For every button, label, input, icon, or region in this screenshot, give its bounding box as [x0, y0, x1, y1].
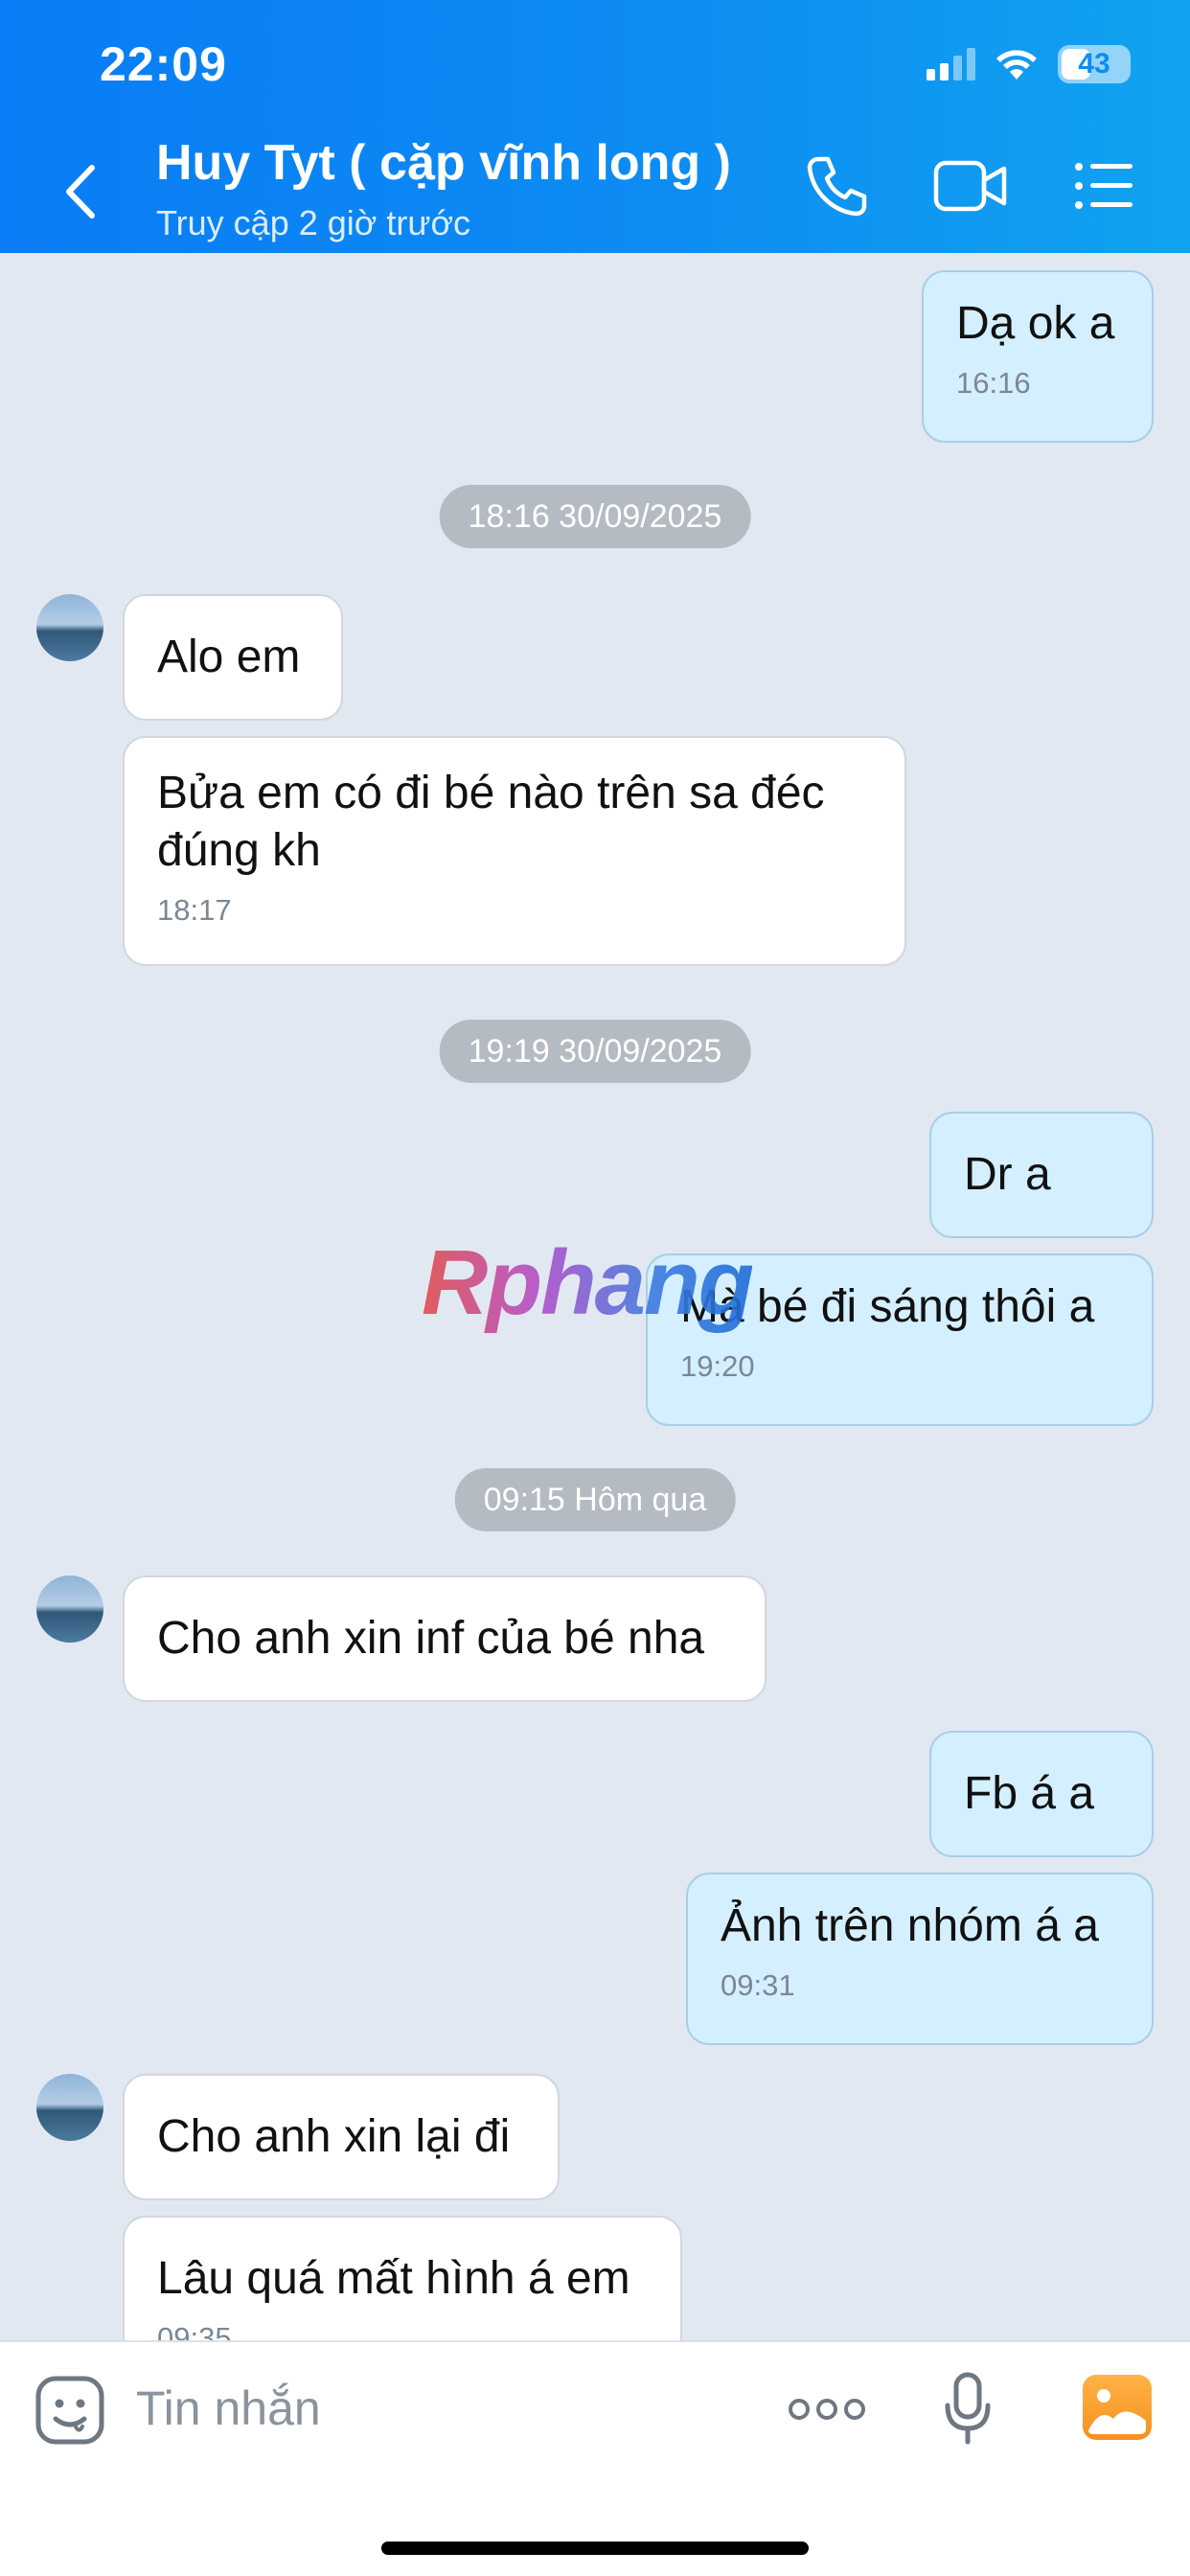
avatar[interactable]	[36, 594, 103, 661]
message-text: Lâu quá mất hình á em	[157, 2253, 630, 2304]
phone-icon[interactable]	[805, 153, 870, 218]
message-time: 18:17	[157, 893, 232, 927]
battery-icon: 43	[1058, 45, 1131, 83]
mic-icon[interactable]	[943, 2371, 993, 2446]
message-incoming[interactable]: Cho anh xin inf của bé nha	[123, 1576, 767, 1702]
message-time: 09:35	[157, 2321, 232, 2340]
video-icon[interactable]	[933, 153, 1008, 218]
date-separator: 18:16 30/09/2025	[439, 485, 751, 548]
message-list[interactable]: Dạ ok a 16:16 18:16 30/09/2025 Alo em Bử…	[0, 253, 1190, 2340]
message-text: Ảnh trên nhóm á a	[721, 1900, 1099, 1951]
message-text: Cho anh xin inf của bé nha	[157, 1613, 705, 1664]
wifi-icon	[996, 50, 1037, 80]
message-outgoing[interactable]: Fb á a	[929, 1731, 1154, 1857]
message-incoming[interactable]: Lâu quá mất hình á em 09:35	[123, 2216, 682, 2340]
back-icon[interactable]	[57, 158, 105, 225]
home-indicator[interactable]	[381, 2542, 809, 2555]
chat-header: 22:09 43 Huy Tyt ( cặp vĩnh long ) Truy …	[0, 0, 1190, 253]
message-text: Dr a	[964, 1149, 1051, 1200]
message-text: Cho anh xin lại đi	[157, 2111, 511, 2162]
contact-last-seen: Truy cập 2 giờ trước	[156, 203, 471, 242]
date-separator: 19:19 30/09/2025	[439, 1020, 751, 1083]
battery-level: 43	[1078, 48, 1110, 80]
message-text: Dạ ok a	[956, 298, 1115, 349]
sticker-icon[interactable]	[34, 2375, 105, 2446]
gallery-icon[interactable]	[1081, 2373, 1154, 2442]
watermark-logo: Rphang	[422, 1231, 754, 1334]
composer-bar: Tin nhắn	[0, 2340, 1190, 2576]
status-icons: 43	[927, 42, 1131, 86]
message-outgoing[interactable]: Ảnh trên nhóm á a 09:31	[686, 1873, 1154, 2045]
message-time: 09:31	[721, 1968, 795, 2002]
message-text: Alo em	[157, 632, 301, 682]
more-icon[interactable]	[788, 2392, 866, 2426]
menu-list-icon[interactable]	[1073, 153, 1134, 218]
message-outgoing[interactable]: Dr a	[929, 1112, 1154, 1238]
contact-name[interactable]: Huy Tyt ( cặp vĩnh long )	[156, 134, 731, 192]
message-time: 19:20	[680, 1349, 755, 1383]
message-text: đúng kh	[157, 825, 321, 876]
avatar[interactable]	[36, 1576, 103, 1643]
message-input[interactable]: Tin nhắn	[136, 2380, 321, 2436]
status-time: 22:09	[100, 37, 227, 91]
message-incoming[interactable]: Cho anh xin lại đi	[123, 2074, 560, 2200]
message-incoming[interactable]: Alo em	[123, 594, 343, 721]
avatar[interactable]	[36, 2074, 103, 2141]
message-text: Fb á a	[964, 1768, 1095, 1819]
cellular-signal-icon	[927, 48, 975, 80]
message-outgoing[interactable]: Dạ ok a 16:16	[922, 270, 1154, 443]
message-time: 16:16	[956, 366, 1031, 400]
message-text: Bửa em có đi bé nào trên sa đéc	[157, 768, 825, 818]
date-separator: 09:15 Hôm qua	[454, 1468, 736, 1531]
message-incoming[interactable]: Bửa em có đi bé nào trên sa đéc đúng kh …	[123, 736, 906, 966]
